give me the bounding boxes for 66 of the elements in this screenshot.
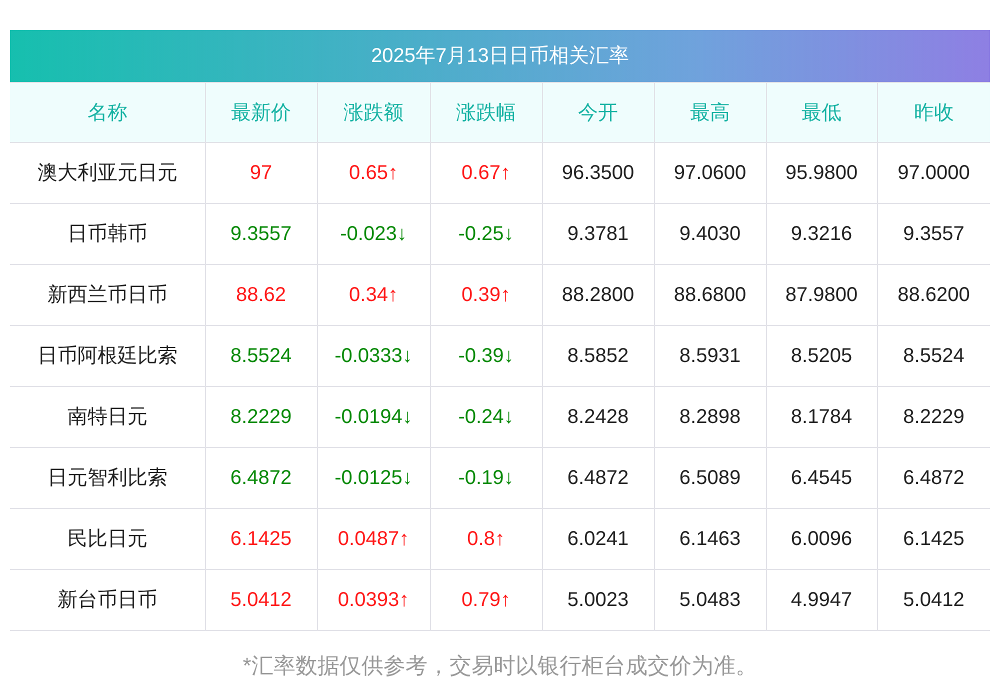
table-cell: 8.5852 [542,326,654,386]
table-cell: 0.0487↑ [317,508,430,570]
disclaimer-text: *汇率数据仅供参考，交易时以银行柜台成交价为准。 [242,652,758,680]
table-cell: 0.79↑ [430,570,542,630]
table-cell: -0.19↓ [430,448,542,508]
column-header: 昨收 [877,82,990,142]
table-cell: 6.4872 [205,448,317,508]
table-cell: 5.0023 [542,570,654,630]
table-cell: -0.0194↓ [317,386,430,448]
currency-pair-cell: 南特日元 [10,386,205,448]
table-cell: 6.5089 [654,448,766,508]
table-cell: 95.9800 [766,142,877,204]
table-cell: 9.3557 [205,204,317,264]
currency-pair-cell: 日元智利比索 [10,448,205,508]
table-cell: -0.25↓ [430,204,542,264]
currency-pair-cell: 新台币日币 [10,570,205,630]
table-cell: 8.5931 [654,326,766,386]
table-cell: 8.5524 [205,326,317,386]
table-cell: 5.0483 [654,570,766,630]
table-cell: 88.62 [205,264,317,326]
column-header: 最新价 [205,82,317,142]
table-cell: -0.023↓ [317,204,430,264]
column-header: 涨跌幅 [430,82,542,142]
table-cell: 88.6800 [654,264,766,326]
currency-pair-cell: 日币阿根廷比索 [10,326,205,386]
column-header: 最低 [766,82,877,142]
table-cell: -0.39↓ [430,326,542,386]
table-cell: -0.0125↓ [317,448,430,508]
table-cell: -0.0333↓ [317,326,430,386]
table-cell: 97 [205,142,317,204]
table-cell: 6.0096 [766,508,877,570]
table-cell: 0.0393↑ [317,570,430,630]
table-cell: 8.5205 [766,326,877,386]
table-cell: 6.1425 [205,508,317,570]
table-cell: 96.3500 [542,142,654,204]
table-cell: 8.2898 [654,386,766,448]
table-cell: 0.34↑ [317,264,430,326]
table-cell: 8.2229 [205,386,317,448]
column-header: 今开 [542,82,654,142]
column-header: 涨跌额 [317,82,430,142]
table-cell: 88.2800 [542,264,654,326]
table-cell: 6.0241 [542,508,654,570]
column-header: 最高 [654,82,766,142]
table-cell: 0.39↑ [430,264,542,326]
table-title: 2025年7月13日日币相关汇率 [10,30,990,82]
table-cell: 0.65↑ [317,142,430,204]
table-cell: 8.1784 [766,386,877,448]
currency-pair-cell: 民比日元 [10,508,205,570]
table-cell: 87.9800 [766,264,877,326]
column-header: 名称 [10,82,205,142]
table-cell: 5.0412 [205,570,317,630]
table-cell: 6.1463 [654,508,766,570]
table-cell: 6.4545 [766,448,877,508]
table-cell: 4.9947 [766,570,877,630]
currency-pair-cell: 澳大利亚元日元 [10,142,205,204]
table-cell: 97.0600 [654,142,766,204]
currency-pair-cell: 新西兰币日币 [10,264,205,326]
table-cell: 8.2428 [542,386,654,448]
table-cell: 0.8↑ [430,508,542,570]
currency-pair-cell: 日币韩币 [10,204,205,264]
table-cell: 9.4030 [654,204,766,264]
table-cell: 6.4872 [542,448,654,508]
table-cell: 0.67↑ [430,142,542,204]
table-cell: 9.3216 [766,204,877,264]
table-cell: 9.3781 [542,204,654,264]
table-cell: -0.24↓ [430,386,542,448]
